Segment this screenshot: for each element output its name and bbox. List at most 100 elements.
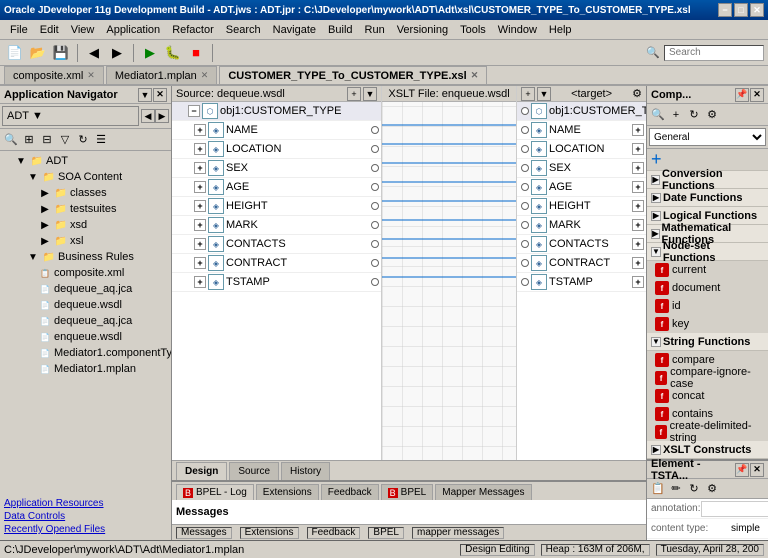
source-connector-sex[interactable] bbox=[371, 164, 379, 172]
menu-search[interactable]: Search bbox=[220, 22, 267, 38]
source-connector-age[interactable] bbox=[371, 183, 379, 191]
source-row-name[interactable]: + ◈ NAME bbox=[172, 121, 381, 140]
tree-item-mediator-mplan[interactable]: 📄 Mediator1.mplan bbox=[2, 361, 169, 377]
section-date[interactable]: ▶ Date Functions bbox=[647, 189, 768, 207]
source-root-row[interactable]: − ⬡ obj1:CUSTOMER_TYPE bbox=[172, 102, 381, 121]
tree-item-soa[interactable]: ▼ 📁 SOA Content bbox=[2, 169, 169, 185]
recently-opened-link[interactable]: Recently Opened Files bbox=[4, 523, 167, 536]
tree-item-composite[interactable]: 📋 composite.xml bbox=[2, 265, 169, 281]
target-expand-tstamp[interactable]: + bbox=[632, 276, 644, 288]
toggle-string[interactable]: ▼ bbox=[651, 337, 661, 347]
target-row-contract[interactable]: ◈ CONTRACT + bbox=[517, 254, 646, 273]
target-connector-tstamp[interactable] bbox=[521, 278, 529, 286]
target-connector-mark[interactable] bbox=[521, 221, 529, 229]
target-connector-sex[interactable] bbox=[521, 164, 529, 172]
tree-sync-btn[interactable]: ↻ bbox=[74, 131, 92, 149]
func-document[interactable]: f document bbox=[647, 279, 768, 297]
search-input[interactable] bbox=[664, 45, 764, 61]
add-function-icon[interactable]: + bbox=[651, 149, 662, 170]
func-key[interactable]: f key bbox=[647, 315, 768, 333]
tree-item-testsuites[interactable]: ▶ 📁 testsuites bbox=[2, 201, 169, 217]
forward-button[interactable]: ▶ bbox=[106, 43, 128, 63]
source-connector-tstamp[interactable] bbox=[371, 278, 379, 286]
run-button[interactable]: ▶ bbox=[139, 43, 161, 63]
menu-help[interactable]: Help bbox=[543, 22, 578, 38]
tab-design[interactable]: Design bbox=[176, 462, 227, 480]
debug-button[interactable]: 🐛 bbox=[162, 43, 184, 63]
stop-button[interactable]: ■ bbox=[185, 43, 207, 63]
source-expand-contacts[interactable]: + bbox=[194, 238, 206, 250]
tree-item-dequeue-wsdl[interactable]: 📄 dequeue.wsdl bbox=[2, 297, 169, 313]
toggle-math[interactable]: ▶ bbox=[651, 229, 660, 239]
source-row-contract[interactable]: + ◈ CONTRACT bbox=[172, 254, 381, 273]
navigator-menu-btn[interactable]: ▼ bbox=[138, 88, 152, 102]
target-expand-mark[interactable]: + bbox=[632, 219, 644, 231]
general-dropdown[interactable]: General bbox=[649, 128, 766, 146]
source-expand-name[interactable]: + bbox=[194, 124, 206, 136]
target-connector-contract[interactable] bbox=[521, 259, 529, 267]
menu-application[interactable]: Application bbox=[100, 22, 166, 38]
target-expand-contract[interactable]: + bbox=[632, 257, 644, 269]
new-button[interactable]: 📄 bbox=[4, 43, 26, 63]
target-add-btn[interactable]: + bbox=[521, 87, 535, 101]
target-row-sex[interactable]: ◈ SEX + bbox=[517, 159, 646, 178]
target-connector-name[interactable] bbox=[521, 126, 529, 134]
target-connector-location[interactable] bbox=[521, 145, 529, 153]
tab-mediator-mplan[interactable]: Mediator1.mplan ✕ bbox=[106, 66, 217, 84]
menu-edit[interactable]: Edit bbox=[34, 22, 65, 38]
tab-source[interactable]: Source bbox=[229, 462, 279, 480]
input-annotation[interactable] bbox=[701, 501, 768, 517]
log-tab-bpel[interactable]: B BPEL - Log bbox=[176, 484, 254, 500]
target-row-name[interactable]: ◈ NAME + bbox=[517, 121, 646, 140]
tree-item-adt[interactable]: ▼ 📁 ADT bbox=[2, 153, 169, 169]
tree-item-mediator-ct[interactable]: 📄 Mediator1.componentType bbox=[2, 345, 169, 361]
navigator-close-btn[interactable]: ✕ bbox=[153, 88, 167, 102]
tab-history[interactable]: History bbox=[281, 462, 330, 480]
menu-versioning[interactable]: Versioning bbox=[391, 22, 454, 38]
tree-menu-btn[interactable]: ☰ bbox=[92, 131, 110, 149]
source-expand-tstamp[interactable]: + bbox=[194, 276, 206, 288]
source-row-age[interactable]: + ◈ AGE bbox=[172, 178, 381, 197]
tab-composite-xml[interactable]: composite.xml ✕ bbox=[4, 66, 104, 84]
target-connector-height[interactable] bbox=[521, 202, 529, 210]
func-compare-ignore[interactable]: f compare-ignore-case bbox=[647, 369, 768, 387]
toggle-logical[interactable]: ▶ bbox=[651, 211, 661, 221]
tree-search-btn[interactable]: 🔍 bbox=[2, 131, 20, 149]
tree-item-xsd[interactable]: ▶ 📁 xsd bbox=[2, 217, 169, 233]
menu-window[interactable]: Window bbox=[492, 22, 543, 38]
menu-navigate[interactable]: Navigate bbox=[267, 22, 322, 38]
menu-build[interactable]: Build bbox=[322, 22, 358, 38]
close-tab-composite[interactable]: ✕ bbox=[87, 70, 95, 81]
target-expand-height[interactable]: + bbox=[632, 200, 644, 212]
toggle-nodeset[interactable]: ▼ bbox=[651, 247, 661, 257]
target-connector-age[interactable] bbox=[521, 183, 529, 191]
source-menu-btn[interactable]: ▼ bbox=[363, 87, 377, 101]
data-controls-link[interactable]: Data Controls bbox=[4, 510, 167, 523]
func-id[interactable]: f id bbox=[647, 297, 768, 315]
close-button[interactable]: ✕ bbox=[750, 3, 764, 17]
func-create-delimited[interactable]: f create-delimited-string bbox=[647, 423, 768, 441]
source-root-expand[interactable]: − bbox=[188, 105, 200, 117]
target-row-tstamp[interactable]: ◈ TSTAMP + bbox=[517, 273, 646, 292]
log-tab-feedback[interactable]: Feedback bbox=[321, 484, 379, 500]
inspector-pin-btn[interactable]: 📌 bbox=[735, 463, 749, 477]
target-row-height[interactable]: ◈ HEIGHT + bbox=[517, 197, 646, 216]
source-expand-location[interactable]: + bbox=[194, 143, 206, 155]
comp-search-btn[interactable]: 🔍 bbox=[649, 106, 667, 124]
menu-file[interactable]: File bbox=[4, 22, 34, 38]
log-tab-mapper[interactable]: Mapper Messages bbox=[435, 484, 531, 500]
target-expand-contacts[interactable]: + bbox=[632, 238, 644, 250]
tree-item-xsl[interactable]: ▶ 📁 xsl bbox=[2, 233, 169, 249]
tree-expand-btn[interactable]: ⊞ bbox=[20, 131, 38, 149]
source-expand-sex[interactable]: + bbox=[194, 162, 206, 174]
target-settings-btn[interactable]: ⚙ bbox=[632, 87, 642, 100]
nav-prev-btn[interactable]: ◀ bbox=[141, 109, 155, 123]
section-conversion[interactable]: ▶ Conversion Functions bbox=[647, 171, 768, 189]
source-row-height[interactable]: + ◈ HEIGHT bbox=[172, 197, 381, 216]
source-expand-age[interactable]: + bbox=[194, 181, 206, 193]
source-expand-height[interactable]: + bbox=[194, 200, 206, 212]
source-row-tstamp[interactable]: + ◈ TSTAMP bbox=[172, 273, 381, 292]
tree-item-dequeue-jca[interactable]: 📄 dequeue_aq.jca bbox=[2, 281, 169, 297]
close-tab-mediator[interactable]: ✕ bbox=[201, 70, 209, 81]
source-expand-contract[interactable]: + bbox=[194, 257, 206, 269]
